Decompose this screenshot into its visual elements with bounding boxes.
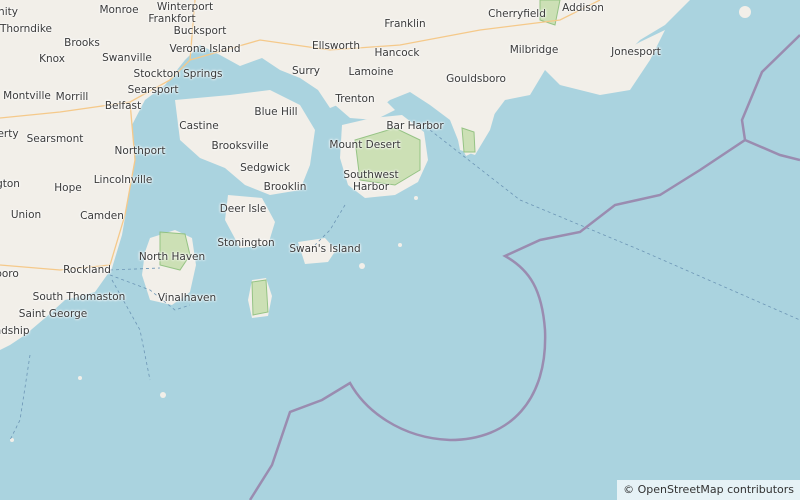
place-label-castine: Castine	[179, 120, 219, 132]
place-label-ellsworth: Ellsworth	[311, 40, 361, 52]
place-label-winterport: Winterport	[156, 1, 214, 13]
place-label-north-haven: North Haven	[138, 251, 206, 263]
place-label-gouldsboro: Gouldsboro	[446, 73, 506, 85]
place-label-hancock: Hancock	[374, 47, 420, 59]
place-label-washington: gton	[0, 178, 20, 190]
place-label-waldoboro: boro	[0, 268, 19, 280]
place-label-franklin: Franklin	[384, 18, 426, 30]
place-label-brooks: Brooks	[64, 37, 100, 49]
place-label-camden: Camden	[80, 210, 124, 222]
place-label-addison: Addison	[562, 2, 604, 14]
place-label-trenton: Trenton	[335, 93, 375, 105]
place-label-rockland: Rockland	[63, 264, 111, 276]
place-label-jonesport: Jonesport	[611, 46, 661, 58]
place-label-stockton-springs: Stockton Springs	[133, 68, 223, 80]
place-label-unity: nity	[0, 6, 18, 18]
place-label-belfast: Belfast	[104, 100, 142, 112]
place-label-swans-island: Swan's Island	[289, 243, 361, 255]
place-label-montville: Montville	[3, 90, 51, 102]
place-label-vinalhaven: Vinalhaven	[157, 292, 217, 304]
place-label-stonington: Stonington	[217, 237, 275, 249]
place-label-lamoine: Lamoine	[348, 66, 394, 78]
place-label-thorndike: Thorndike	[0, 23, 53, 35]
place-label-surry: Surry	[292, 65, 320, 77]
place-label-mount-desert: Mount Desert	[329, 139, 401, 151]
place-label-liberty: erty	[0, 128, 19, 140]
place-label-union: Union	[10, 209, 42, 221]
place-label-sedgwick: Sedgwick	[240, 162, 290, 174]
attribution[interactable]: © OpenStreetMap contributors	[617, 480, 800, 500]
place-label-northport: Northport	[114, 145, 166, 157]
place-label-lincolnville: Lincolnville	[93, 174, 153, 186]
place-label-blue-hill: Blue Hill	[254, 106, 298, 118]
place-label-bucksport: Bucksport	[173, 25, 227, 37]
place-label-verona-island: Verona Island	[169, 43, 241, 55]
attribution-text[interactable]: © OpenStreetMap contributors	[623, 483, 794, 496]
place-label-frankfort: Frankfort	[148, 13, 196, 25]
place-label-milbridge: Milbridge	[509, 44, 559, 56]
place-label-south-thomaston: South Thomaston	[32, 291, 126, 303]
place-label-brooklin: Brooklin	[263, 181, 307, 193]
place-label-saint-george: Saint George	[18, 308, 88, 320]
map-canvas[interactable]	[0, 0, 800, 500]
place-label-deer-isle: Deer Isle	[219, 203, 267, 215]
place-label-monroe: Monroe	[99, 4, 139, 16]
place-label-friendship: ndship	[0, 325, 30, 337]
place-label-morrill: Morrill	[55, 91, 89, 103]
place-label-brooksville: Brooksville	[211, 140, 269, 152]
place-label-southwest-harbor: Southwest Harbor	[343, 169, 399, 193]
place-label-bar-harbor: Bar Harbor	[386, 120, 444, 132]
place-label-swanville: Swanville	[102, 52, 152, 64]
place-label-hope: Hope	[54, 182, 82, 194]
place-label-knox: Knox	[39, 53, 65, 65]
place-label-searsport: Searsport	[127, 84, 179, 96]
place-label-cherryfield: Cherryfield	[488, 8, 546, 20]
place-label-searsmont: Searsmont	[26, 133, 84, 145]
